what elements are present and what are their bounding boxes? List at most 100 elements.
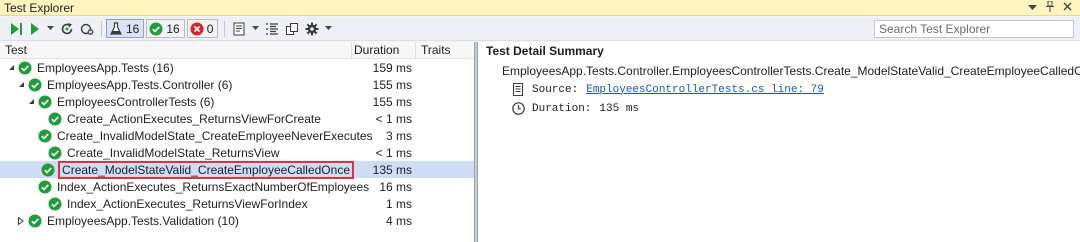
tree-row-duration: < 1 ms bbox=[375, 145, 412, 160]
toolbar: 16 16 0 bbox=[0, 17, 1080, 41]
chevron-down-icon bbox=[325, 26, 333, 30]
passed-tests-filter[interactable]: 16 bbox=[146, 19, 185, 38]
passed-check-icon bbox=[48, 112, 67, 126]
tree-row-label: EmployeesApp.Tests.Controller (6) bbox=[47, 77, 233, 92]
tree-row[interactable]: Create_ModelStateValid_CreateEmployeeCal… bbox=[0, 160, 474, 179]
tree-row-duration: 16 ms bbox=[379, 179, 412, 194]
tree-row[interactable]: Create_InvalidModelState_ReturnsView < 1 … bbox=[0, 144, 474, 161]
tree-row[interactable]: Index_ActionExecutes_ReturnsExactNumberO… bbox=[0, 178, 474, 195]
tree-row[interactable]: Create_ActionExecutes_ReturnsViewForCrea… bbox=[0, 110, 474, 127]
failed-x-icon bbox=[190, 22, 204, 35]
pin-icon[interactable] bbox=[1045, 0, 1055, 15]
column-header-test[interactable]: Test bbox=[0, 42, 352, 58]
close-icon[interactable] bbox=[1063, 2, 1072, 14]
total-tests-filter[interactable]: 16 bbox=[106, 19, 145, 38]
run-button[interactable] bbox=[26, 19, 44, 39]
column-header: Test Duration Traits bbox=[0, 42, 474, 59]
detail-source-link[interactable]: EmployeesControllerTests.cs line: 79 bbox=[586, 84, 824, 96]
expanded-arrow-icon[interactable] bbox=[16, 80, 26, 90]
group-by-button[interactable] bbox=[262, 19, 282, 39]
passed-check-icon bbox=[41, 163, 60, 177]
tree-row-name-cell: EmployeesControllerTests (6) bbox=[0, 95, 352, 109]
playlist-button[interactable] bbox=[229, 19, 249, 39]
tree-row-label: Create_ActionExecutes_ReturnsViewForCrea… bbox=[67, 111, 321, 126]
passed-check-icon bbox=[28, 78, 47, 92]
passed-check-icon bbox=[38, 95, 57, 109]
detail-source-row: Source: EmployeesControllerTests.cs line… bbox=[486, 80, 1080, 99]
expanded-arrow-icon[interactable] bbox=[26, 97, 36, 107]
detail-test-name-row: EmployeesApp.Tests.Controller.EmployeesC… bbox=[486, 61, 1080, 80]
detail-duration-value: 135 ms bbox=[599, 102, 640, 115]
cancel-button[interactable] bbox=[77, 19, 97, 39]
settings-button[interactable] bbox=[302, 19, 322, 39]
test-tree-pane: Test Duration Traits EmployeesApp.Tests … bbox=[0, 42, 474, 242]
clock-icon bbox=[512, 102, 525, 115]
playlist-icon bbox=[233, 22, 245, 35]
tree-row-duration: 4 ms bbox=[385, 213, 412, 228]
run-icon bbox=[31, 22, 39, 35]
refresh-button[interactable] bbox=[57, 19, 77, 39]
tree-row-duration: < 1 ms bbox=[375, 111, 412, 126]
flask-icon bbox=[110, 21, 122, 35]
column-header-duration[interactable]: Duration bbox=[352, 42, 416, 58]
tree-row-label: Create_InvalidModelState_ReturnsView bbox=[67, 145, 280, 160]
tree-row-duration: 3 ms bbox=[385, 128, 412, 143]
tree-row-duration: 135 ms bbox=[372, 162, 412, 177]
window-title-bar: Test Explorer bbox=[0, 0, 1080, 16]
tree-row[interactable]: EmployeesApp.Tests.Controller (6) 155 ms bbox=[0, 76, 474, 93]
run-all-button[interactable] bbox=[6, 19, 26, 39]
tree-row-name-cell: Index_ActionExecutes_ReturnsViewForIndex bbox=[0, 197, 352, 211]
search-box[interactable] bbox=[874, 19, 1074, 38]
toolbar-separator bbox=[101, 20, 102, 37]
chevron-down-icon bbox=[47, 26, 54, 30]
total-tests-count: 16 bbox=[126, 21, 140, 36]
tree-row[interactable]: Create_InvalidModelState_CreateEmployeeN… bbox=[0, 127, 474, 144]
tree-row-label: Create_InvalidModelState_CreateEmployeeN… bbox=[57, 128, 373, 143]
passed-check-icon bbox=[38, 129, 57, 143]
tree-row[interactable]: EmployeesControllerTests (6) 155 ms bbox=[0, 93, 474, 110]
detail-test-full-name: EmployeesApp.Tests.Controller.EmployeesC… bbox=[502, 63, 1080, 78]
cancel-icon bbox=[80, 23, 94, 35]
tree-row-name-cell: Create_ModelStateValid_CreateEmployeeCal… bbox=[0, 160, 354, 179]
tree-row-name-cell: Create_InvalidModelState_ReturnsView bbox=[0, 146, 352, 160]
settings-dropdown[interactable] bbox=[322, 19, 335, 39]
playlist-dropdown[interactable] bbox=[249, 19, 262, 39]
tree-row-name-cell: EmployeesApp.Tests (16) bbox=[0, 61, 352, 75]
tree-row-duration: 1 ms bbox=[385, 196, 412, 211]
tree-row[interactable]: EmployeesApp.Tests.Validation (10) 4 ms bbox=[0, 212, 474, 229]
detail-source-label: Source: bbox=[532, 83, 579, 96]
tree-row-label: EmployeesControllerTests (6) bbox=[57, 94, 215, 109]
failed-tests-count: 0 bbox=[206, 21, 214, 36]
run-all-icon bbox=[11, 22, 22, 35]
tree-row-label: Index_ActionExecutes_ReturnsExactNumberO… bbox=[57, 179, 370, 194]
gear-icon bbox=[305, 22, 319, 35]
column-header-traits[interactable]: Traits bbox=[416, 43, 451, 57]
passed-check-icon bbox=[149, 22, 163, 35]
toolbar-separator bbox=[224, 20, 226, 37]
copy-button[interactable] bbox=[282, 19, 302, 39]
tree-row-label: Create_ModelStateValid_CreateEmployeeCal… bbox=[58, 160, 354, 179]
window-title: Test Explorer bbox=[4, 0, 75, 15]
search-input[interactable] bbox=[879, 21, 1073, 36]
tree-row[interactable]: EmployeesApp.Tests (16) 159 ms bbox=[0, 59, 474, 76]
passed-check-icon bbox=[48, 146, 67, 160]
tree-row-name-cell: Create_InvalidModelState_CreateEmployeeN… bbox=[0, 129, 373, 143]
tree-row[interactable]: Index_ActionExecutes_ReturnsViewForIndex… bbox=[0, 195, 474, 212]
dropdown-arrow-icon[interactable] bbox=[1028, 2, 1037, 14]
tree-row-duration: 159 ms bbox=[372, 60, 412, 75]
collapsed-arrow-icon[interactable] bbox=[16, 216, 26, 226]
tree-row-duration: 155 ms bbox=[372, 77, 412, 92]
run-dropdown[interactable] bbox=[44, 19, 57, 39]
tree-row-label: EmployeesApp.Tests (16) bbox=[37, 60, 174, 75]
tree-row-label: Index_ActionExecutes_ReturnsViewForIndex bbox=[67, 196, 308, 211]
failed-tests-filter[interactable]: 0 bbox=[186, 19, 219, 38]
passed-check-icon bbox=[28, 214, 47, 228]
passed-tests-count: 16 bbox=[166, 21, 180, 36]
test-tree: EmployeesApp.Tests (16) 159 ms EmployeesAp… bbox=[0, 59, 474, 229]
detail-duration-label: Duration: bbox=[532, 102, 592, 115]
chevron-down-icon bbox=[252, 26, 260, 30]
detail-heading: Test Detail Summary bbox=[486, 44, 604, 58]
expanded-arrow-icon[interactable] bbox=[6, 63, 16, 73]
